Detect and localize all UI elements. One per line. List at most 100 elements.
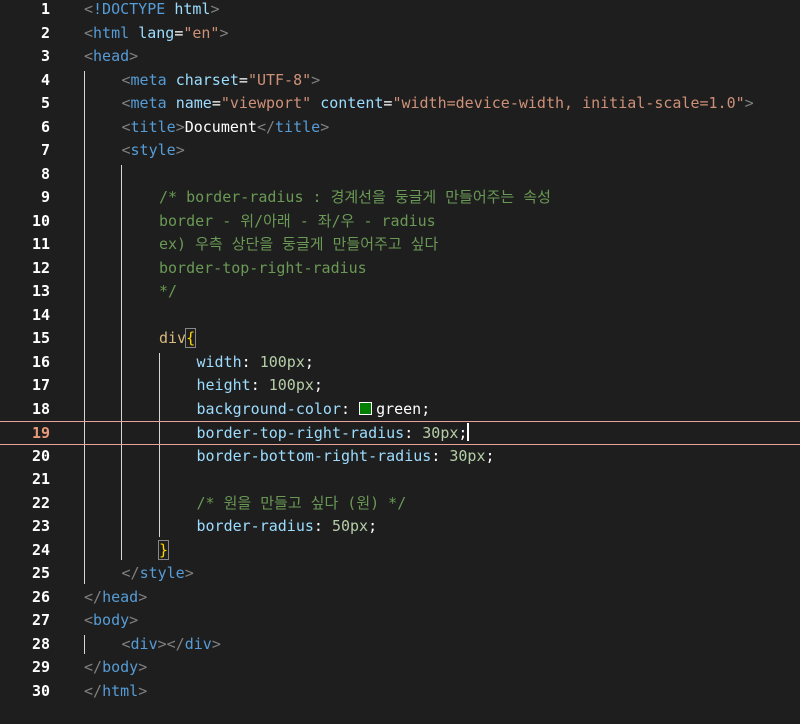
line-code[interactable]: <head> xyxy=(84,45,138,69)
line-code[interactable]: ex) 우측 상단을 둥글게 만들어주고 싶다 xyxy=(159,233,438,257)
token-punc: > xyxy=(138,681,148,700)
code-line[interactable]: 3 <head> xyxy=(0,45,800,69)
color-swatch-icon[interactable] xyxy=(359,401,373,415)
code-line[interactable]: 30 </html> xyxy=(0,680,800,704)
token-text: : xyxy=(341,399,360,418)
code-line[interactable]: 20 border-bottom-right-radius: 30px; xyxy=(0,445,800,469)
code-line[interactable]: 9 /* border-radius : 경계선을 둥글게 만들어주는 속성 xyxy=(0,186,800,210)
code-line[interactable]: 13 */ xyxy=(0,280,800,304)
token-punc: > xyxy=(175,141,185,159)
code-line[interactable]: 28 <div></div> xyxy=(0,633,800,657)
token-tag: meta xyxy=(130,94,167,112)
token-tag: title xyxy=(130,117,176,136)
token-tag: html xyxy=(102,681,139,700)
line-code[interactable]: <style> xyxy=(122,139,185,163)
token-text: : xyxy=(431,446,450,465)
line-code[interactable]: </body> xyxy=(84,656,147,680)
line-number: 6 xyxy=(40,117,50,136)
line-code[interactable]: } xyxy=(157,539,170,563)
token-text: ; xyxy=(313,376,323,394)
token-prop: background-color xyxy=(196,399,342,418)
code-editor[interactable]: 1 <!DOCTYPE html> 2 <html lang="en"> 3 <head>… xyxy=(0,0,800,724)
line-code[interactable]: border - 위/아래 - 좌/우 - radius xyxy=(159,210,436,234)
code-line[interactable]: 27 <body> xyxy=(0,609,800,633)
code-line[interactable]: 2 <html lang="en"> xyxy=(0,22,800,46)
token-bracebox: { xyxy=(185,328,197,348)
line-code[interactable]: */ xyxy=(159,280,177,304)
token-punc: ></ xyxy=(157,634,185,653)
token-text: : xyxy=(250,376,269,394)
code-line[interactable]: 24} xyxy=(0,539,800,563)
line-code[interactable]: height: 100px; xyxy=(197,374,323,398)
code-line[interactable]: 14 xyxy=(0,304,800,328)
line-code[interactable]: /* 원을 만들고 싶다 (원) */ xyxy=(197,492,407,516)
code-line[interactable]: 25 </style> xyxy=(0,562,800,586)
token-tag: head xyxy=(93,47,130,65)
token-text: : xyxy=(404,424,423,442)
code-line[interactable]: 6 <title>Document</title> xyxy=(0,116,800,140)
code-line[interactable]: 19 border-top-right-radius: 30px; xyxy=(0,421,800,445)
code-line[interactable]: 10 border - 위/아래 - 좌/우 - radius xyxy=(0,210,800,234)
token-prop: border-radius xyxy=(196,517,314,535)
line-number: 16 xyxy=(31,352,50,371)
line-number: 7 xyxy=(40,141,50,159)
line-number: 19 xyxy=(31,424,50,442)
code-line[interactable]: 22 /* 원을 만들고 싶다 (원) */ xyxy=(0,492,800,516)
token-text: = xyxy=(174,23,184,42)
code-line[interactable]: 21 xyxy=(0,468,800,492)
token-str: "width=device-width, initial-scale=1.0" xyxy=(392,94,745,112)
line-number: 9 xyxy=(40,188,50,206)
line-code[interactable]: <html lang="en"> xyxy=(84,22,229,46)
line-code[interactable]: div{ xyxy=(159,327,197,351)
code-line[interactable]: 12 border-top-right-radius xyxy=(0,257,800,281)
code-line[interactable]: 15 div{ xyxy=(0,327,800,351)
code-line[interactable]: 1 <!DOCTYPE html> xyxy=(0,0,800,22)
code-line[interactable]: 7 <style> xyxy=(0,139,800,163)
line-code[interactable]: <!DOCTYPE html> xyxy=(84,0,219,22)
token-punc: < xyxy=(84,47,94,65)
line-code[interactable]: </style> xyxy=(122,562,194,586)
code-line[interactable]: 18 background-color: green; xyxy=(0,398,800,422)
code-line[interactable]: 8 xyxy=(0,163,800,187)
token-text: green; xyxy=(376,399,431,418)
code-line[interactable]: 23 border-radius: 50px; xyxy=(0,515,800,539)
token-tag: div xyxy=(184,634,212,653)
line-code[interactable]: border-radius: 50px; xyxy=(197,515,378,539)
line-code[interactable]: <body> xyxy=(84,609,138,633)
token-num: 30px xyxy=(449,446,486,465)
line-code[interactable]: </html> xyxy=(84,680,147,704)
token-punc: > xyxy=(184,564,194,582)
code-line[interactable]: 4 <meta charset="UTF-8"> xyxy=(0,69,800,93)
line-code[interactable]: width: 100px; xyxy=(197,351,314,375)
line-code[interactable]: /* border-radius : 경계선을 둥글게 만들어주는 속성 xyxy=(159,186,551,210)
token-tag: style xyxy=(139,564,185,582)
token-prop: height xyxy=(196,376,251,394)
line-number: 23 xyxy=(31,517,50,535)
code-line[interactable]: 26 </head> xyxy=(0,586,800,610)
code-line[interactable]: 11 ex) 우측 상단을 둥글게 만들어주고 싶다 xyxy=(0,233,800,257)
line-code[interactable]: border-top-right-radius xyxy=(159,257,367,281)
line-number: 22 xyxy=(31,493,50,512)
code-line[interactable]: 17 height: 100px; xyxy=(0,374,800,398)
line-code[interactable]: border-top-right-radius: 30px; xyxy=(197,422,470,446)
token-tag: style xyxy=(130,141,176,159)
line-code[interactable]: <div></div> xyxy=(122,633,221,657)
line-number: 26 xyxy=(31,587,50,606)
token-punc: > xyxy=(129,47,139,65)
token-attr: content xyxy=(320,94,384,112)
token-cmt: /* 원을 만들고 싶다 (원) */ xyxy=(196,493,407,512)
code-line[interactable]: 29 </body> xyxy=(0,656,800,680)
line-code[interactable]: <meta name="viewport" content="width=dev… xyxy=(122,92,754,116)
line-code[interactable]: background-color: green; xyxy=(197,398,431,422)
code-line[interactable]: 16 width: 100px; xyxy=(0,351,800,375)
line-code[interactable]: <meta charset="UTF-8"> xyxy=(122,69,321,93)
line-code[interactable]: border-bottom-right-radius: 30px; xyxy=(197,445,495,469)
token-cmt: ex) 우측 상단을 둥글게 만들어주고 싶다 xyxy=(159,235,439,253)
token-attr: charset xyxy=(175,70,239,89)
line-code[interactable]: </head> xyxy=(84,586,147,610)
line-code[interactable]: <title>Document</title> xyxy=(122,116,330,140)
token-punc: > xyxy=(211,634,221,653)
code-line[interactable]: 5 <meta name="viewport" content="width=de… xyxy=(0,92,800,116)
